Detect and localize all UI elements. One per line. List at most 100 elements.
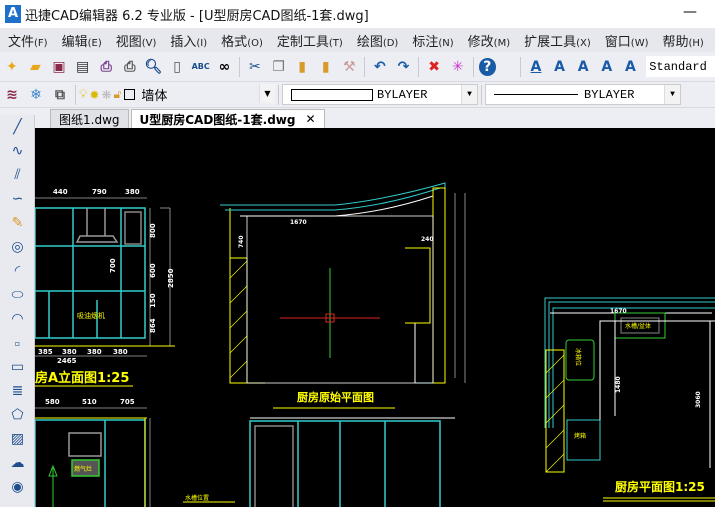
dim-text: 240 <box>421 236 434 243</box>
arc-icon[interactable]: ◜ <box>0 259 35 283</box>
tab-label: U型厨房CAD图纸-1套.dwg <box>139 112 296 127</box>
dim-text: 380 <box>125 188 140 196</box>
dim-text: 380 <box>87 348 102 356</box>
recover-icon[interactable]: ▤ <box>73 57 93 77</box>
rectangle-icon[interactable]: ▭ <box>0 355 35 379</box>
undo-icon[interactable]: ↶ <box>370 57 390 77</box>
find-binoculars-icon[interactable]: ∞ <box>214 57 234 77</box>
tab-drawing1[interactable]: 图纸1.dwg <box>50 109 129 128</box>
layer-previous-icon[interactable]: ⧉ <box>50 85 70 105</box>
dim-text: 380 <box>62 348 77 356</box>
app-logo-icon: A <box>5 5 21 23</box>
tab-u-kitchen[interactable]: U型厨房CAD图纸-1套.dwg ✕ <box>130 109 325 128</box>
separator <box>364 56 366 77</box>
multiline-icon[interactable]: ⫽ <box>0 163 35 187</box>
menu-item-2[interactable]: 视图(V) <box>108 31 163 50</box>
linetype-select[interactable]: BYLAYER ▼ <box>485 84 681 105</box>
title-original-plan: 厨房原始平面图 <box>297 390 374 404</box>
layer-manager-icon[interactable]: ≋ <box>2 85 22 105</box>
menu-item-6[interactable]: 绘图(D) <box>349 31 405 50</box>
dim-text: 2850 <box>167 268 175 288</box>
menu-item-1[interactable]: 编辑(E) <box>54 31 108 50</box>
line-icon[interactable]: ╱ <box>0 115 35 139</box>
mtext-icon[interactable]: A <box>550 57 570 77</box>
separator <box>481 84 482 105</box>
menu-item-0[interactable]: 文件(F) <box>0 31 54 50</box>
cad-drawing: 440 790 380 385 380 380 380 2465 800 600… <box>34 182 715 510</box>
donut-icon[interactable]: ◉ <box>0 475 35 499</box>
point-icon[interactable]: ▫ <box>0 331 35 355</box>
menu-item-10[interactable]: 窗口(W) <box>597 31 655 50</box>
chevron-down-icon[interactable]: ▼ <box>461 85 477 104</box>
minimize-button[interactable]: — <box>683 4 697 20</box>
title-elevation: 房A立面图1:25 <box>35 370 129 386</box>
separator <box>472 56 474 77</box>
dim-text: 510 <box>82 398 97 406</box>
spline-icon[interactable]: ∽ <box>0 187 35 211</box>
color-value: BYLAYER <box>377 87 428 102</box>
menu-label: 定制工具 <box>276 34 329 50</box>
title-bar: A 迅捷CAD编辑器 6.2 专业版 - [U型厨房CAD图纸-1套.dwg] … <box>0 0 715 28</box>
text-style-icon[interactable]: A <box>597 57 617 77</box>
separator <box>418 56 420 77</box>
print-icon[interactable]: ⎙ <box>120 57 140 77</box>
menu-item-11[interactable]: 帮助(H) <box>655 31 710 50</box>
menu-item-3[interactable]: 插入(I) <box>162 31 213 50</box>
explode-icon[interactable]: ✳ <box>448 57 468 77</box>
separator <box>239 56 241 77</box>
lock-icon: 🔓︎ <box>113 87 122 101</box>
help-icon[interactable]: ? <box>478 57 497 76</box>
copy-icon[interactable]: ❐ <box>269 57 289 77</box>
close-icon[interactable]: ✕ <box>305 112 315 126</box>
menu-shortcut: (W) <box>630 37 649 49</box>
freehand-icon[interactable]: ✎ <box>0 211 35 235</box>
dim-text: 864 <box>149 318 157 333</box>
menu-item-9[interactable]: 扩展工具(X) <box>516 31 597 50</box>
window-title: 迅捷CAD编辑器 6.2 专业版 - [U型厨房CAD图纸-1套.dwg] <box>25 8 369 24</box>
menu-bar: 文件(F) 编辑(E) 视图(V) 插入(I) 格式(O) 定制工具(T) 绘图(D) 标注(… <box>0 28 715 52</box>
circle-icon[interactable]: ◎ <box>0 235 35 259</box>
menu-item-7[interactable]: 标注(N) <box>404 31 459 50</box>
layer-state-icon[interactable]: ❄ <box>26 85 46 105</box>
edit-text-icon[interactable]: A <box>573 57 593 77</box>
zoom-preview-icon[interactable]: 🔍︎ <box>144 57 164 77</box>
layer-toolbar: ≋ ❄ ⧉ 💡︎ ✹ ❋ 🔓︎ 墙体 ▼ BYLAYER ▼ BYLAYER ▼ <box>0 82 715 108</box>
spellcheck-icon[interactable]: ABC <box>191 57 211 77</box>
find-text-icon[interactable]: A <box>621 57 641 77</box>
dim-text: 705 <box>120 398 135 406</box>
menu-shortcut: (D) <box>382 37 399 49</box>
open-file-icon[interactable]: ▰ <box>26 57 46 77</box>
ellipse-arc-icon[interactable]: ◠ <box>0 307 35 331</box>
chevron-down-icon[interactable]: ▼ <box>664 85 680 104</box>
print-preview-icon[interactable]: ⎙ <box>96 57 116 77</box>
menu-shortcut: (T) <box>328 37 343 49</box>
save-icon[interactable]: ▣ <box>49 57 69 77</box>
color-select[interactable]: BYLAYER ▼ <box>282 84 478 105</box>
text-style-select[interactable]: Standard <box>646 56 715 77</box>
label-hood: 吸油烟机 <box>77 311 105 320</box>
menu-item-5[interactable]: 定制工具(T) <box>269 31 349 50</box>
menu-item-8[interactable]: 修改(M) <box>460 31 516 50</box>
redo-icon[interactable]: ↷ <box>394 57 414 77</box>
paste-icon[interactable]: ▮ <box>292 57 312 77</box>
erase-icon[interactable]: ✖ <box>424 57 444 77</box>
separator <box>278 84 279 105</box>
kitchen-plan: 1670 1480 3060 水槽/盆体 冰箱位 烤箱 <box>544 297 715 473</box>
chevron-down-icon[interactable]: ▼ <box>259 84 275 103</box>
polygon-icon[interactable]: ⬠ <box>0 403 35 427</box>
hatch-icon[interactable]: ▨ <box>0 427 35 451</box>
new-file-icon[interactable]: ✦ <box>2 57 22 77</box>
cloud-icon[interactable]: ☁ <box>0 451 35 475</box>
text-icon[interactable]: A <box>526 57 546 77</box>
menu-item-4[interactable]: 格式(O) <box>213 31 269 50</box>
cut-icon[interactable]: ✂ <box>245 57 265 77</box>
ellipse-icon[interactable]: ⬭ <box>0 283 35 307</box>
publish-icon[interactable]: ▯ <box>167 57 187 77</box>
drawing-canvas[interactable]: 440 790 380 385 380 380 380 2465 800 600… <box>34 128 715 510</box>
polyline-icon[interactable]: ∿ <box>0 139 35 163</box>
match-properties-icon[interactable]: ⚒ <box>340 57 360 77</box>
helix-icon[interactable]: ≣ <box>0 379 35 403</box>
dim-text: 1670 <box>610 308 627 315</box>
paste-special-icon[interactable]: ▮ <box>316 57 336 77</box>
layer-select[interactable]: 💡︎ ✹ ❋ 🔓︎ 墙体 ▼ <box>79 84 275 105</box>
